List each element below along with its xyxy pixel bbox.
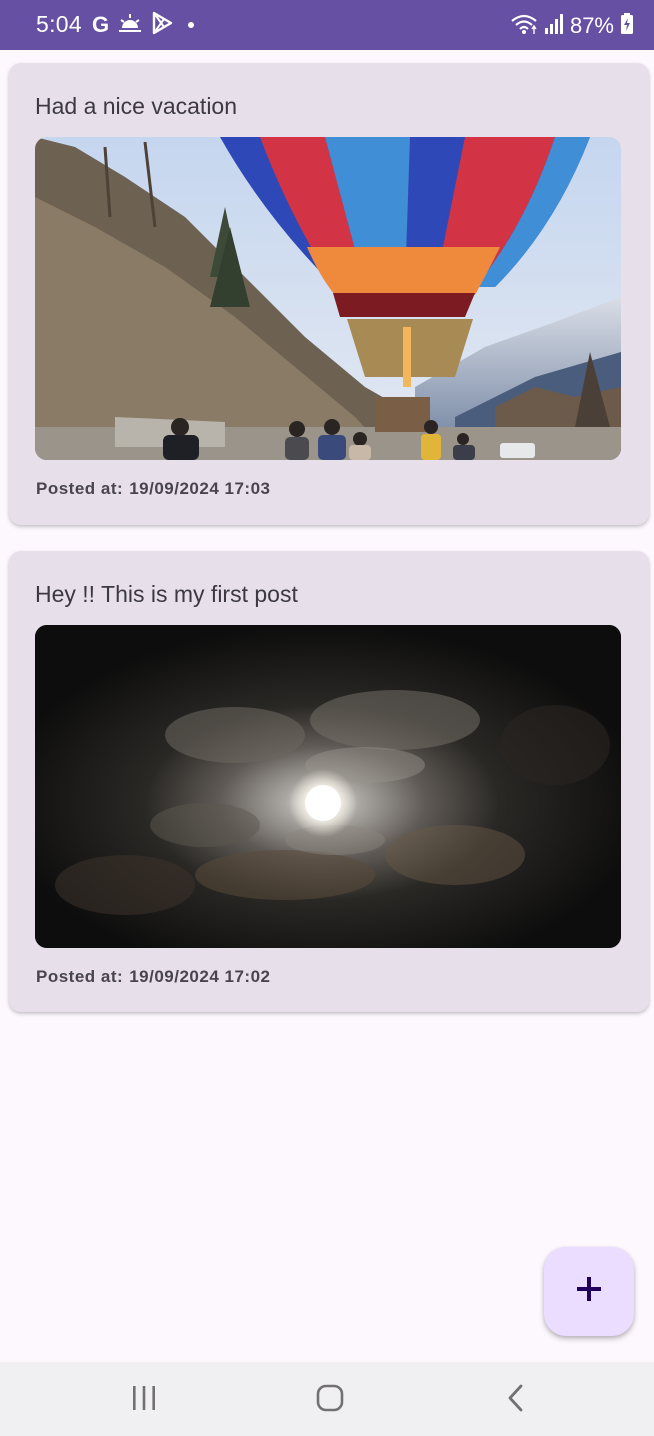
post-timestamp-value: 19/09/2024 17:03 <box>129 479 271 498</box>
status-notification-icons: G <box>92 11 195 40</box>
recents-button[interactable] <box>114 1380 174 1420</box>
post-card[interactable]: Had a nice vacation Posted at: 19/09/202… <box>9 63 649 525</box>
notification-dot-icon <box>188 22 195 28</box>
post-image-full-moon[interactable] <box>35 625 621 948</box>
status-time: 5:04 <box>36 11 82 37</box>
system-nav-bar <box>0 1362 654 1436</box>
post-timestamp: Posted at: 19/09/2024 17:02 <box>36 967 270 987</box>
app-screen: 5:04 G 87% Had a nice vacation Posted at… <box>0 0 654 1436</box>
signal-icon <box>544 13 564 40</box>
post-timestamp: Posted at: 19/09/2024 17:03 <box>36 479 270 499</box>
add-post-fab[interactable] <box>544 1247 634 1336</box>
post-timestamp-value: 19/09/2024 17:02 <box>129 967 271 986</box>
post-title: Hey !! This is my first post <box>35 581 298 607</box>
google-icon: G <box>92 12 110 37</box>
back-button[interactable] <box>486 1380 546 1420</box>
post-title: Had a nice vacation <box>35 93 238 119</box>
post-card[interactable]: Hey !! This is my first post Posted at: … <box>9 551 649 1012</box>
home-icon <box>315 1383 345 1418</box>
battery-charging-icon <box>620 12 634 40</box>
home-button[interactable] <box>300 1380 360 1420</box>
post-image-hot-air-balloon[interactable] <box>35 137 621 460</box>
play-store-icon <box>151 11 173 40</box>
plus-icon <box>576 1276 602 1307</box>
post-timestamp-label: Posted at: <box>36 479 124 498</box>
battery-percentage: 87% <box>569 13 614 38</box>
status-system-icons: 87% <box>510 12 634 40</box>
status-bar: 5:04 G 87% <box>0 0 654 50</box>
weather-icon <box>118 12 142 39</box>
wifi-icon <box>510 12 538 41</box>
post-timestamp-label: Posted at: <box>36 967 124 986</box>
recents-icon <box>130 1384 158 1417</box>
back-icon <box>504 1383 528 1418</box>
